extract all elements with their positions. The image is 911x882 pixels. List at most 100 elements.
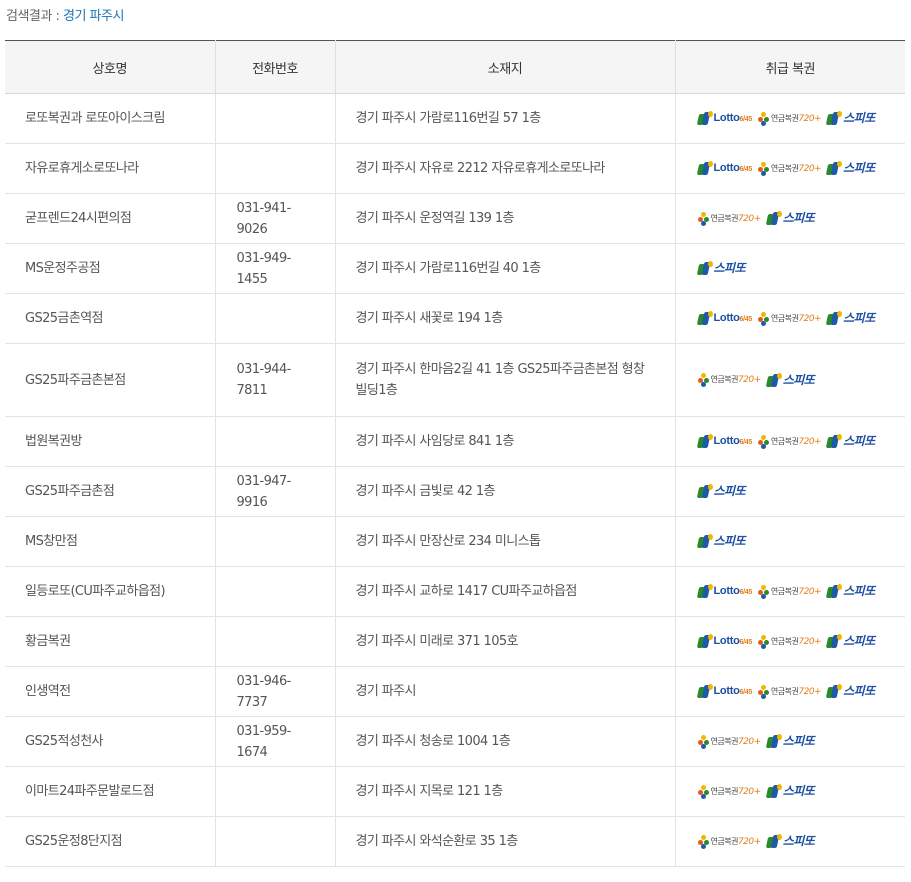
store-products: Lotto6/45 연금복권720+ 스피또 bbox=[674, 93, 905, 144]
table-row[interactable]: 로또복권과 로또아이스크림 경기 파주시 가람로116번길 57 1층 Lotto6… bbox=[5, 93, 905, 144]
lotto-logo-text: Lotto6/45 bbox=[713, 684, 753, 697]
speetto-logo-text: 스피또 bbox=[843, 584, 875, 598]
speetto-mark-icon bbox=[696, 484, 713, 499]
pension-logo-text: 연금복권720+ bbox=[770, 313, 822, 324]
pension-mark-icon bbox=[757, 111, 770, 126]
pension-mark-icon bbox=[697, 834, 710, 849]
store-address: 경기 파주시 새꽃로 194 1층 bbox=[334, 293, 675, 344]
pension720-logo-icon: 연금복권720+ bbox=[697, 783, 762, 801]
table-row[interactable]: MS운정주공점 031-949-1455 경기 파주시 가람로116번길 40 1층… bbox=[5, 243, 905, 294]
speetto-mark-icon bbox=[765, 211, 782, 226]
speetto-logo-text: 스피또 bbox=[782, 211, 815, 225]
store-products: Lotto6/45 연금복권720+ 스피또 bbox=[674, 616, 905, 667]
store-products: Lotto6/45 연금복권720+ 스피또 bbox=[674, 666, 905, 717]
pension720-logo-icon: 연금복권720+ bbox=[697, 833, 762, 851]
store-products: 연금복권720+ 스피또 bbox=[674, 766, 905, 817]
speetto-logo-text: 스피또 bbox=[843, 311, 875, 325]
store-tel bbox=[214, 566, 335, 617]
table-row[interactable]: 황금복권 경기 파주시 미래로 371 105호 Lotto6/45 연금복권720+… bbox=[5, 616, 905, 667]
speetto-logo-text: 스피또 bbox=[782, 834, 815, 848]
lotto-mark-icon bbox=[696, 161, 713, 176]
table-row[interactable]: 이마트24파주문발로드점 경기 파주시 지목로 121 1층 연금복권720+ 스피또 bbox=[5, 766, 905, 817]
lotto645-logo-icon: Lotto6/45 bbox=[696, 583, 752, 601]
pension720-logo-icon: 연금복권720+ bbox=[757, 633, 822, 651]
pension720-logo-icon: 연금복권720+ bbox=[757, 310, 822, 328]
store-name: GS25파주금촌본점 bbox=[5, 343, 215, 417]
table-row[interactable]: GS25금촌역점 경기 파주시 새꽃로 194 1층 Lotto6/45 연금복권72… bbox=[5, 293, 905, 344]
store-address: 경기 파주시 한마음2길 41 1층 GS25파주금촌본점 형창빌딩1층 bbox=[334, 343, 675, 417]
store-products: 연금복권720+ 스피또 bbox=[674, 716, 905, 767]
store-address: 경기 파주시 운정역길 139 1층 bbox=[334, 193, 675, 244]
store-address: 경기 파주시 청송로 1004 1층 bbox=[334, 716, 675, 767]
speetto-logo-text: 스피또 bbox=[713, 534, 746, 548]
speetto-logo-text: 스피또 bbox=[713, 261, 746, 275]
speetto-logo-icon: 스피또 bbox=[825, 683, 875, 701]
pension-logo-text: 연금복권720+ bbox=[710, 786, 762, 797]
store-name: GS25적성천사 bbox=[5, 716, 215, 767]
pension720-logo-icon: 연금복권720+ bbox=[757, 683, 822, 701]
speetto-logo-text: 스피또 bbox=[843, 161, 875, 175]
pension720-logo-icon: 연금복권720+ bbox=[697, 733, 761, 751]
table-row[interactable]: MS창만점 경기 파주시 만장산로 234 미니스톱 스피또 bbox=[5, 516, 905, 567]
table-row[interactable]: 굳프렌드24시편의점 031-941-9026 경기 파주시 운정역길 139 1층… bbox=[5, 193, 905, 244]
pension-logo-text: 연금복권720+ bbox=[770, 686, 822, 697]
store-address: 경기 파주시 미래로 371 105호 bbox=[334, 616, 675, 667]
speetto-mark-icon bbox=[825, 161, 843, 176]
store-products: 연금복권720+ 스피또 bbox=[674, 816, 905, 867]
lotto645-logo-icon: Lotto6/45 bbox=[696, 633, 753, 651]
store-tel bbox=[214, 143, 335, 194]
pension720-logo-icon: 연금복권720+ bbox=[757, 433, 822, 451]
speetto-logo-text: 스피또 bbox=[843, 684, 875, 698]
table-row[interactable]: 인생역전 031-946-7737 경기 파주시 Lotto6/45 연금복권720+ 스… bbox=[5, 666, 905, 717]
speetto-mark-icon bbox=[765, 834, 782, 849]
table-row[interactable]: GS25운정8단지점 경기 파주시 와석순환로 35 1층 연금복권720+ 스피또 bbox=[5, 816, 905, 867]
pension-mark-icon bbox=[757, 311, 770, 326]
speetto-logo-icon: 스피또 bbox=[825, 160, 875, 178]
speetto-logo-text: 스피또 bbox=[843, 111, 875, 125]
table-row[interactable]: GS25적성천사 031-959-1674 경기 파주시 청송로 1004 1층 연금… bbox=[5, 716, 905, 767]
store-name: MS운정주공점 bbox=[5, 243, 215, 294]
pension-logo-text: 연금복권720+ bbox=[770, 163, 822, 174]
store-tel: 031-944-7811 bbox=[214, 343, 335, 417]
store-tel bbox=[214, 93, 335, 144]
table-row[interactable]: 법원복권방 경기 파주시 사임당로 841 1층 Lotto6/45 연금복권720+… bbox=[5, 416, 905, 467]
lotto-mark-icon bbox=[696, 434, 713, 449]
lotto-mark-icon bbox=[696, 634, 713, 649]
pension-logo-text: 연금복권720+ bbox=[770, 436, 822, 447]
store-name: 일등로또(CU파주교하읍점) bbox=[5, 566, 215, 617]
store-address: 경기 파주시 bbox=[334, 666, 675, 717]
store-tel bbox=[214, 766, 335, 817]
speetto-mark-icon bbox=[825, 434, 843, 449]
lotto645-logo-icon: Lotto6/45 bbox=[696, 433, 752, 451]
lotto-logo-text: Lotto6/45 bbox=[713, 634, 753, 647]
store-products: 스피또 bbox=[674, 516, 905, 567]
store-address: 경기 파주시 와석순환로 35 1층 bbox=[334, 816, 675, 867]
pension720-logo-icon: 연금복권720+ bbox=[757, 110, 822, 128]
table-row[interactable]: 자유로휴게소로또나라 경기 파주시 자유로 2212 자유로휴게소로또나라 Lott… bbox=[5, 143, 905, 194]
pension720-logo-icon: 연금복권720+ bbox=[757, 160, 822, 178]
header-address: 소재지 bbox=[334, 40, 675, 94]
search-result-label: 검색결과 : 경기 파주시 bbox=[6, 5, 124, 24]
speetto-logo-icon: 스피또 bbox=[696, 533, 746, 551]
table-row[interactable]: GS25파주금촌점 031-947-9916 경기 파주시 금빛로 42 1층 스피또 bbox=[5, 466, 905, 517]
pension-mark-icon bbox=[697, 734, 710, 749]
store-name: GS25운정8단지점 bbox=[5, 816, 215, 867]
search-result-prefix: 검색결과 : bbox=[6, 9, 63, 24]
store-address: 경기 파주시 사임당로 841 1층 bbox=[334, 416, 675, 467]
pension-logo-text: 연금복권720+ bbox=[710, 836, 762, 847]
pension-logo-text: 연금복권720+ bbox=[710, 213, 762, 224]
store-address: 경기 파주시 가람로116번길 40 1층 bbox=[334, 243, 675, 294]
speetto-logo-icon: 스피또 bbox=[765, 733, 815, 751]
header-name: 상호명 bbox=[5, 40, 215, 94]
table-row[interactable]: GS25파주금촌본점 031-944-7811 경기 파주시 한마음2길 41 1층… bbox=[5, 343, 905, 417]
store-name: GS25파주금촌점 bbox=[5, 466, 215, 517]
table-row[interactable]: 일등로또(CU파주교하읍점) 경기 파주시 교하로 1417 CU파주교하읍점 Lo… bbox=[5, 566, 905, 617]
speetto-logo-text: 스피또 bbox=[713, 484, 746, 498]
speetto-logo-icon: 스피또 bbox=[825, 633, 875, 651]
speetto-mark-icon bbox=[696, 534, 713, 549]
speetto-logo-text: 스피또 bbox=[782, 784, 815, 798]
store-address: 경기 파주시 자유로 2212 자유로휴게소로또나라 bbox=[334, 143, 675, 194]
speetto-logo-icon: 스피또 bbox=[825, 583, 875, 601]
store-tel bbox=[214, 816, 335, 867]
store-products: 연금복권720+ 스피또 bbox=[674, 193, 905, 244]
